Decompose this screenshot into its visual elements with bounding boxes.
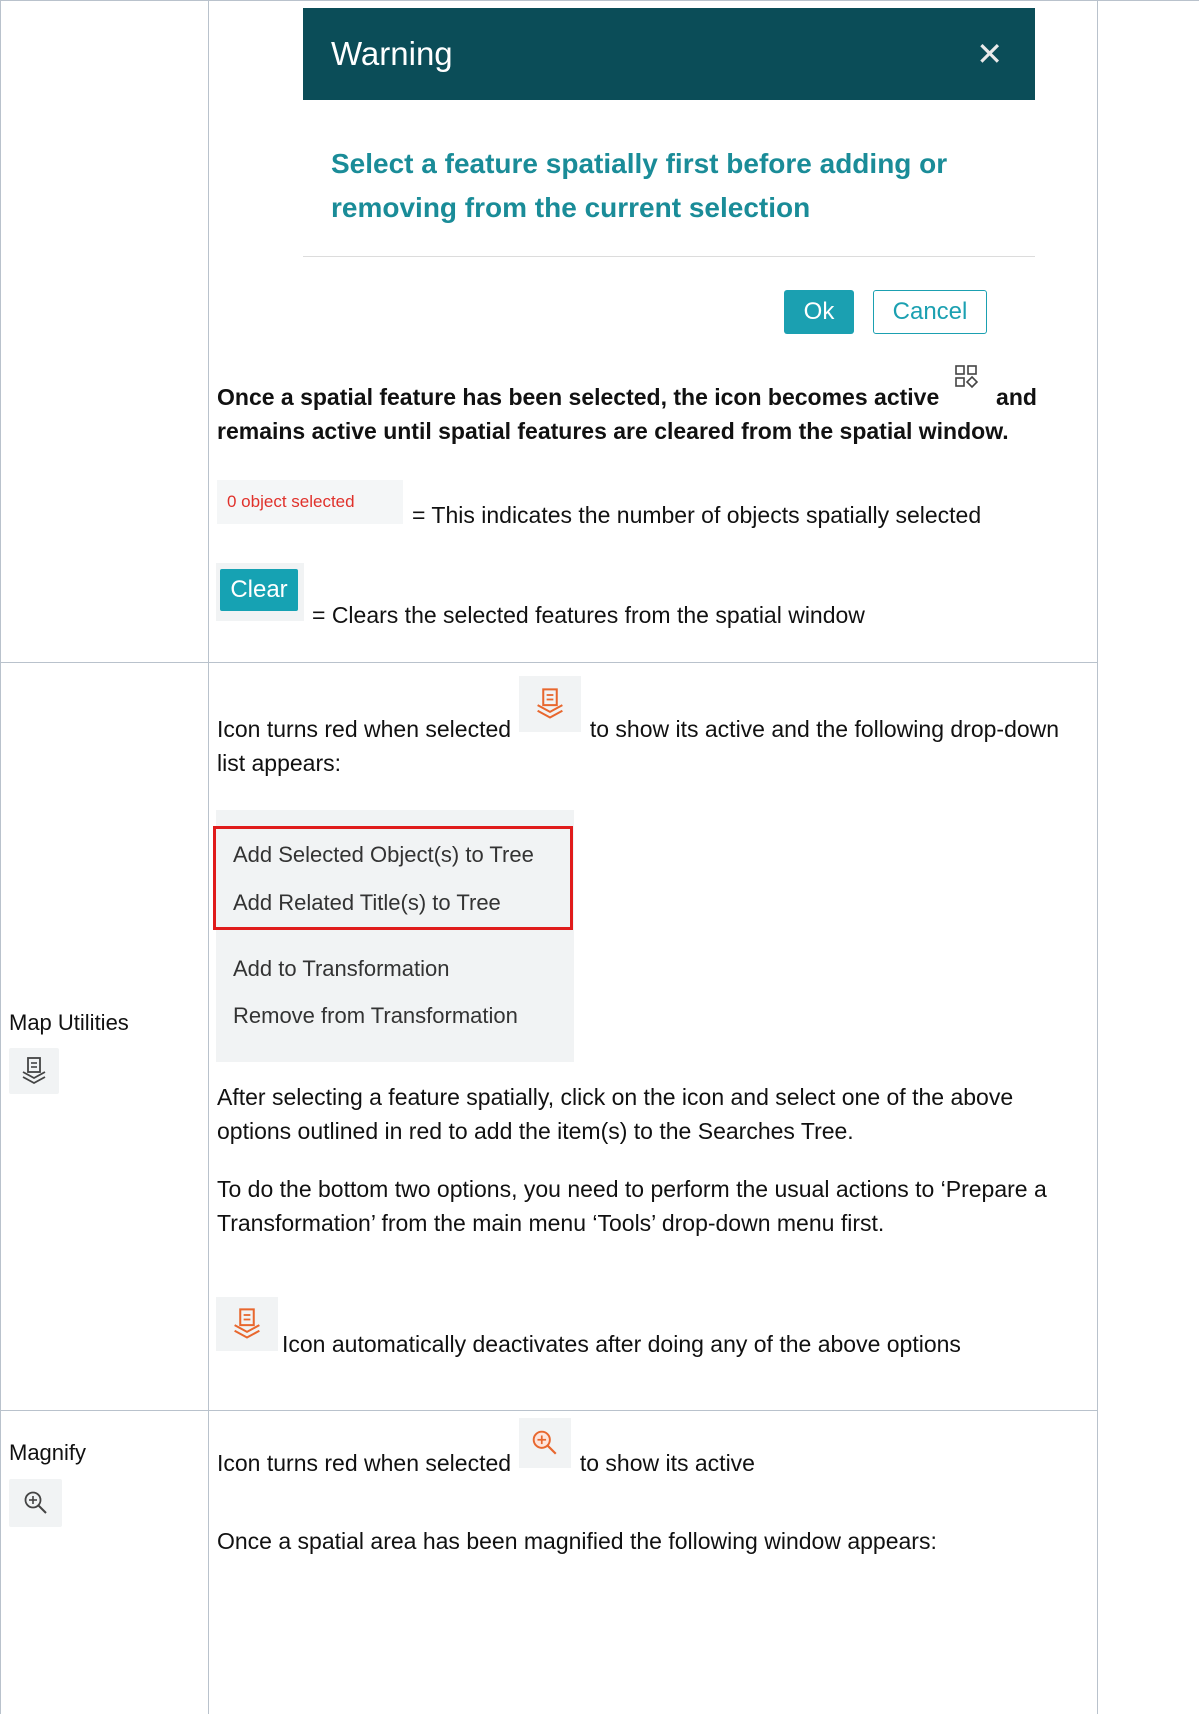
magnify-active-icon: [517, 1418, 573, 1476]
select-add-icon: [946, 365, 990, 410]
dialog-message: Select a feature spatially first before …: [331, 148, 948, 223]
map-utilities-active-icon-2: [216, 1297, 278, 1351]
menu-item-add-related[interactable]: Add Related Title(s) to Tree: [233, 890, 501, 916]
dialog-title: Warning: [331, 35, 453, 72]
ok-button[interactable]: Ok: [784, 290, 854, 334]
active-note: Once a spatial feature has been selected…: [217, 365, 1087, 448]
clear-chip: Clear: [216, 563, 304, 621]
map-utilities-active-icon: [517, 676, 583, 742]
dialog-divider: [303, 256, 1035, 257]
map-utilities-dropdown: Add Selected Object(s) to Tree Add Relat…: [213, 810, 574, 1062]
table-border-right: [1097, 0, 1098, 1714]
table-row-divider-1: [0, 662, 1098, 663]
menu-item-add-selected[interactable]: Add Selected Object(s) to Tree: [233, 842, 534, 868]
table-row-divider-2: [0, 1410, 1098, 1411]
magnify-icon: [9, 1479, 62, 1527]
object-count-description: = This indicates the number of objects s…: [412, 502, 982, 528]
magnify-intro-before: Icon turns red when selected: [217, 1450, 512, 1476]
clear-description: = Clears the selected features from the …: [312, 602, 865, 628]
table-column-divider: [208, 0, 209, 1714]
cancel-button[interactable]: Cancel: [873, 290, 987, 334]
magnify-label: Magnify: [9, 1440, 87, 1465]
menu-item-add-transformation[interactable]: Add to Transformation: [233, 956, 449, 982]
active-note-before: Once a spatial feature has been selected…: [217, 384, 940, 410]
object-count-chip: 0 object selected: [217, 480, 403, 524]
table-border-top: [0, 0, 1199, 1]
table-border-left: [0, 0, 1, 1714]
map-utilities-label: Map Utilities: [9, 1010, 129, 1035]
map-utilities-para2: To do the bottom two options, you need t…: [217, 1176, 1047, 1236]
magnify-para1: Once a spatial area has been magnified t…: [217, 1528, 937, 1554]
magnify-intro-after: to show its active: [579, 1450, 755, 1476]
map-utilities-icon: [9, 1048, 59, 1094]
map-utilities-para1: After selecting a feature spatially, cli…: [217, 1084, 1014, 1144]
warning-dialog: Warning ✕ Select a feature spatially fir…: [303, 8, 1035, 358]
map-utilities-para3: Icon automatically deactivates after doi…: [282, 1331, 961, 1357]
menu-item-remove-transformation[interactable]: Remove from Transformation: [233, 1003, 518, 1029]
dialog-header: Warning: [303, 8, 1035, 100]
map-utilities-intro: Icon turns red when selected to show its…: [217, 676, 1087, 780]
map-utilities-intro-before: Icon turns red when selected: [217, 716, 512, 742]
clear-button[interactable]: Clear: [220, 569, 298, 611]
close-icon[interactable]: ✕: [976, 35, 1003, 73]
magnify-intro: Icon turns red when selected to show its…: [217, 1418, 1087, 1480]
